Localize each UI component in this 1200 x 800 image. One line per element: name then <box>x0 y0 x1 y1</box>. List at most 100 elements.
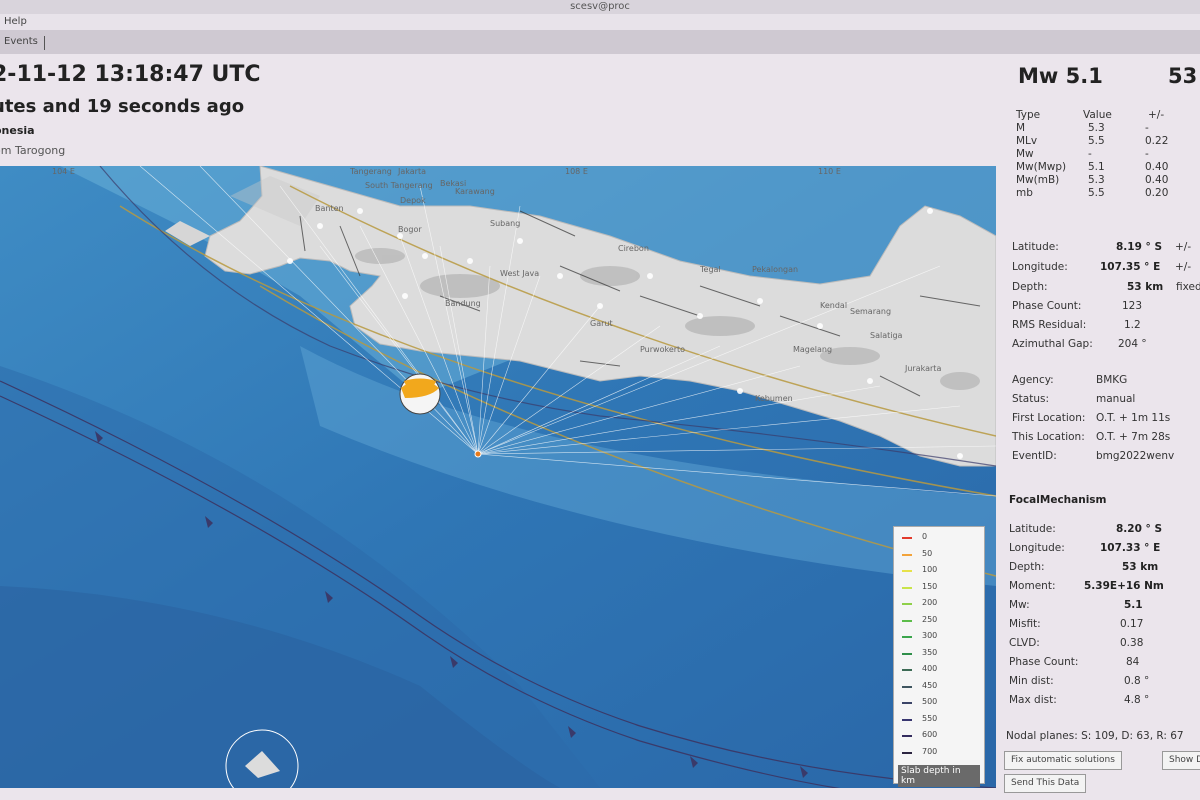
legend-label: 500 <box>922 697 938 706</box>
fm-depth-value: 53 km <box>1122 561 1159 573</box>
this-location-value: O.T. + 7m 28s <box>1096 431 1171 443</box>
legend-label: 700 <box>922 746 938 756</box>
fm-max-dist-value: 4.8 ° <box>1124 694 1150 706</box>
legend-swatch <box>902 553 912 556</box>
mag-header-value: Value <box>1083 109 1112 121</box>
tab-events[interactable]: Events <box>4 36 45 50</box>
mag-row-value: 5.5 <box>1088 187 1105 199</box>
mag-header-type: Type <box>1016 109 1041 121</box>
city-label: Pekalongan <box>752 265 798 274</box>
mag-row-unc: 0.40 <box>1145 174 1169 186</box>
city-label: Bogor <box>398 225 422 234</box>
legend-swatch <box>902 619 912 622</box>
event-origin-time: 2-11-12 13:18:47 UTC <box>0 62 261 87</box>
this-location-label: This Location: <box>1012 431 1085 443</box>
show-details-button[interactable]: Show D <box>1162 751 1200 770</box>
city-label: Karawang <box>455 187 495 196</box>
legend-label: 350 <box>922 647 938 657</box>
city-label: Magelang <box>793 345 832 354</box>
legend-label: 200 <box>922 598 938 607</box>
map-canvas[interactable]: 104 E 108 E 110 E Tangerang Jakarta Sout… <box>0 166 996 788</box>
agency-label: Agency: <box>1012 374 1054 386</box>
origin-rms-label: RMS Residual: <box>1012 319 1087 331</box>
event-region: onesia <box>0 124 35 137</box>
city-label: Garut <box>590 319 613 328</box>
mag-row-type: MLv <box>1016 135 1038 147</box>
legend-label: 150 <box>922 581 938 591</box>
origin-gap-label: Azimuthal Gap: <box>1012 338 1093 350</box>
origin-depth-status: fixed <box>1176 281 1200 293</box>
fm-min-dist-label: Min dist: <box>1009 675 1054 687</box>
legend-swatch <box>902 603 912 605</box>
focal-mechanism-title: FocalMechanism <box>1009 494 1107 506</box>
fm-moment-label: Moment: <box>1009 580 1056 592</box>
city-label: Depok <box>400 196 426 205</box>
legend-label: 0 <box>922 532 928 541</box>
mag-row-type: Mw(Mwp) <box>1016 161 1067 173</box>
legend-swatch <box>902 570 912 572</box>
city-label: Jurakarta <box>904 364 941 373</box>
event-id-value: bmg2022wenv <box>1096 450 1175 462</box>
event-map[interactable]: 104 E 108 E 110 E Tangerang Jakarta Sout… <box>0 166 996 788</box>
city-label: Jakarta <box>397 167 426 176</box>
origin-gap-value: 204 ° <box>1118 338 1147 350</box>
window-title: scesv@proc <box>570 1 630 12</box>
legend-label: 550 <box>922 713 938 723</box>
city-label: Tangerang <box>349 167 392 176</box>
menu-bar: Help <box>0 14 1200 30</box>
fix-automatic-solutions-button[interactable]: Fix automatic solutions <box>1004 751 1122 770</box>
epicenter-marker[interactable] <box>474 450 482 458</box>
city-label: Kendal <box>820 301 847 310</box>
origin-longitude-label: Longitude: <box>1012 261 1068 273</box>
event-main-panel: 2-11-12 13:18:47 UTC utes and 19 seconds… <box>0 54 1000 800</box>
legend-swatch <box>902 636 912 638</box>
origin-longitude-value: 107.35 ° E <box>1100 261 1161 273</box>
fm-min-dist-value: 0.8 ° <box>1124 675 1150 687</box>
legend-swatch <box>902 718 912 721</box>
legend-label: 450 <box>922 680 938 690</box>
origin-rms-value: 1.2 <box>1124 319 1141 331</box>
origin-longitude-unc: +/- <box>1175 261 1192 273</box>
city-label: Bandung <box>445 299 481 308</box>
origin-depth-value: 53 km <box>1127 281 1164 293</box>
fm-latitude-label: Latitude: <box>1009 523 1056 535</box>
status-value: manual <box>1096 393 1136 405</box>
first-location-value: O.T. + 1m 11s <box>1096 412 1171 424</box>
city-label: South Tangerang <box>365 181 433 190</box>
nodal-planes: Nodal planes: S: 109, D: 63, R: 67 <box>1006 730 1184 742</box>
menu-help[interactable]: Help <box>4 16 27 27</box>
origin-latitude-label: Latitude: <box>1012 241 1059 253</box>
agency-value: BMKG <box>1096 374 1128 386</box>
fm-phase-count-label: Phase Count: <box>1009 656 1079 668</box>
focal-mechanism-beachball[interactable] <box>399 373 441 415</box>
mag-row-type: M <box>1016 122 1026 134</box>
mag-row-unc: - <box>1145 148 1149 160</box>
legend-swatch <box>902 685 912 688</box>
tab-bar: Events <box>0 32 1200 54</box>
city-label: Kebumen <box>755 394 793 403</box>
first-location-label: First Location: <box>1012 412 1086 424</box>
legend-swatch <box>902 669 912 671</box>
legend-swatch <box>902 652 912 655</box>
legend-swatch <box>902 735 912 737</box>
event-details-panel: Mw 5.1 53 Type Value +/- M 5.3 - MLv 5.5 0.22… <box>1000 54 1200 800</box>
fm-misfit-label: Misfit: <box>1009 618 1041 630</box>
city-label: Salatiga <box>870 331 903 340</box>
fm-depth-label: Depth: <box>1009 561 1045 573</box>
fm-misfit-value: 0.17 <box>1120 618 1144 630</box>
origin-phase-count-label: Phase Count: <box>1012 300 1082 312</box>
city-label: Purwokerto <box>640 345 685 354</box>
mag-row-unc: 0.22 <box>1145 135 1169 147</box>
depth-summary: 53 <box>1168 64 1198 88</box>
city-label: Tegal <box>699 265 721 274</box>
mag-row-value: 5.5 <box>1088 135 1105 147</box>
origin-depth-label: Depth: <box>1012 281 1048 293</box>
mag-row-value: 5.1 <box>1088 161 1105 173</box>
mag-row-unc: 0.20 <box>1145 187 1169 199</box>
fm-latitude-value: 8.20 ° S <box>1116 523 1163 535</box>
send-this-data-button[interactable]: Send This Data <box>1004 774 1087 793</box>
legend-label: 250 <box>922 614 938 624</box>
legend-title: Slab depth in km <box>898 765 980 787</box>
city-label: Semarang <box>850 307 891 316</box>
mag-row-type: Mw <box>1016 148 1034 160</box>
